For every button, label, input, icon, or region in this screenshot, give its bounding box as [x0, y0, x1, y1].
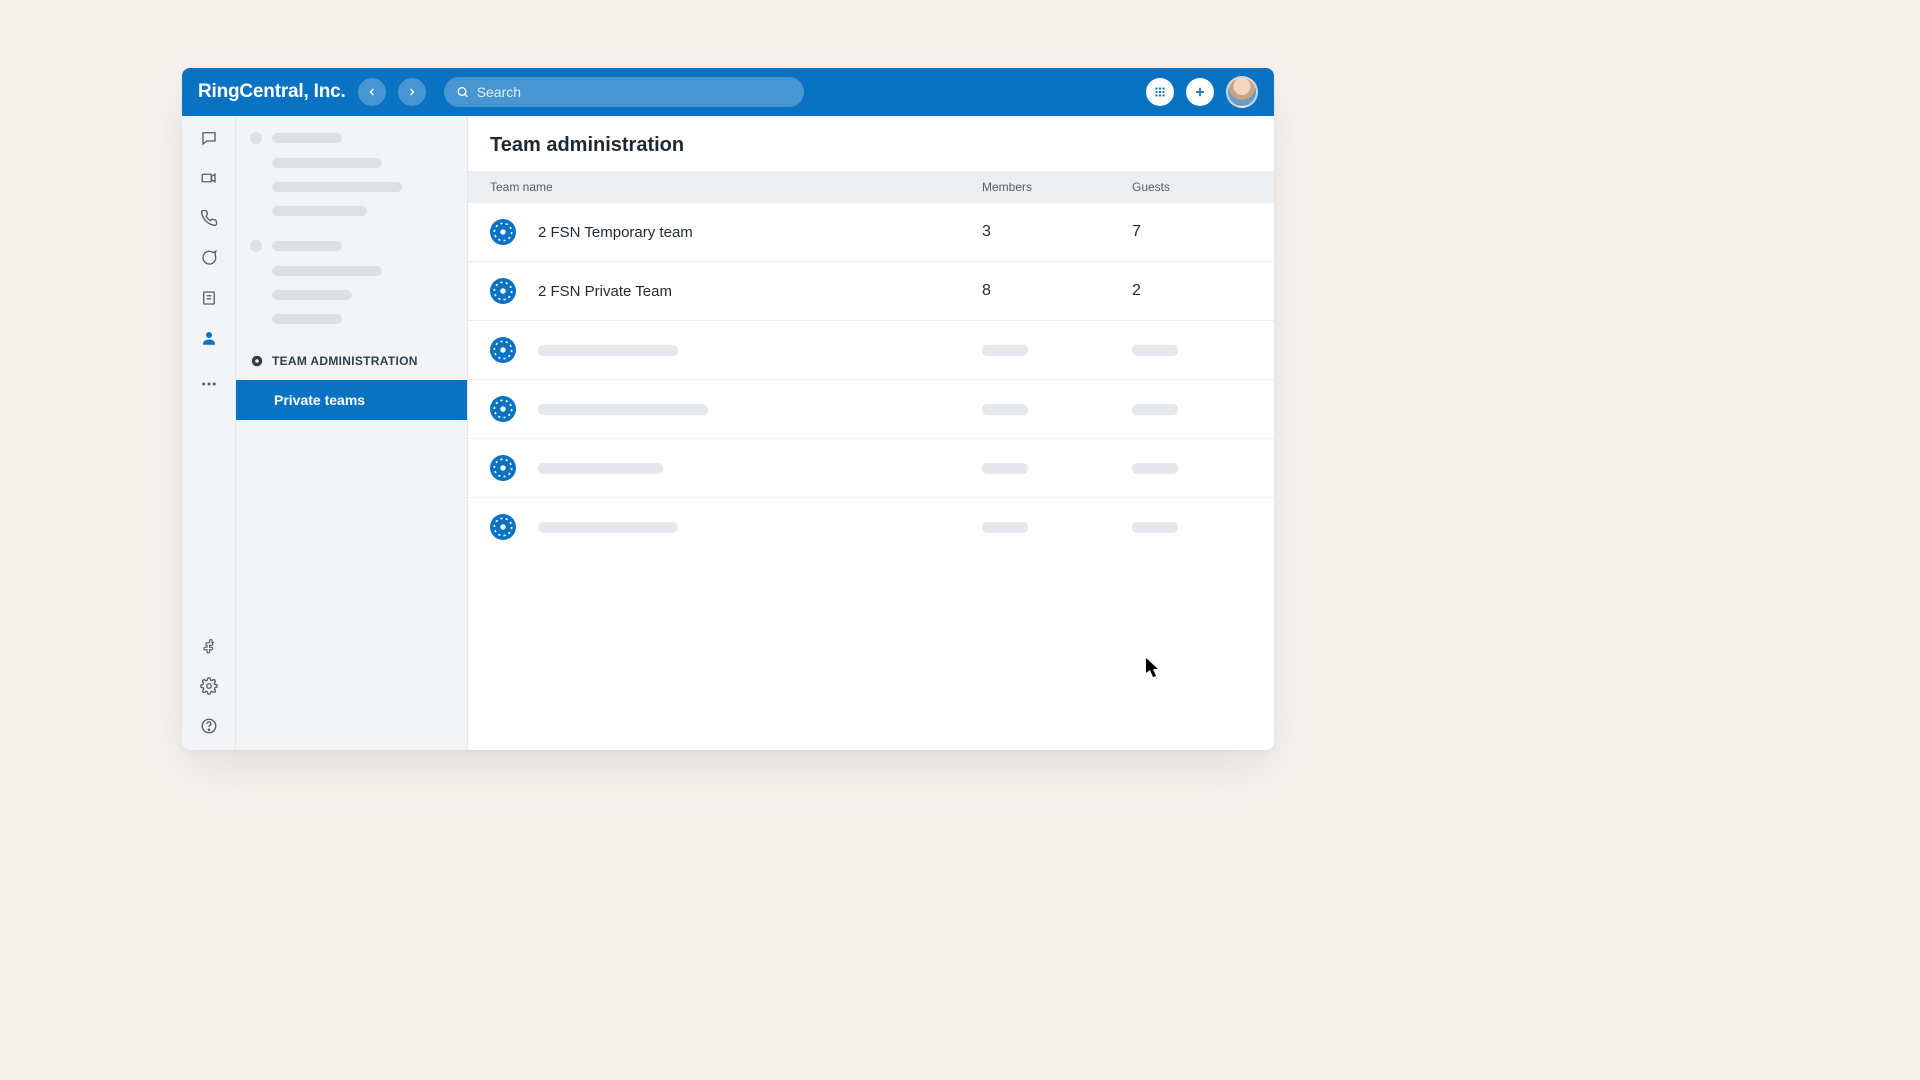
team-guests: 2 [1132, 282, 1252, 300]
nav-rail [182, 116, 236, 750]
search-icon [456, 85, 469, 99]
search-input[interactable] [477, 84, 792, 100]
table-row-placeholder [468, 498, 1274, 556]
team-icon [490, 219, 516, 245]
dialpad-button[interactable] [1146, 78, 1174, 106]
plus-icon [1193, 85, 1207, 99]
rail-help-icon[interactable] [199, 716, 219, 736]
table-row[interactable]: 2 FSN Temporary team 3 7 [468, 203, 1274, 262]
section-team-administration[interactable]: TEAM ADMINISTRATION [236, 346, 467, 376]
chevron-right-icon [406, 86, 418, 98]
sidebar-item-label: Private teams [274, 392, 365, 408]
col-guests: Guests [1132, 180, 1252, 194]
table-row[interactable]: 2 FSN Private Team 8 2 [468, 262, 1274, 321]
nav-back-button[interactable] [358, 78, 386, 106]
rail-message-icon[interactable] [199, 128, 219, 148]
rail-apps-icon[interactable] [199, 636, 219, 656]
team-icon [490, 278, 516, 304]
team-icon [490, 396, 516, 422]
user-avatar[interactable] [1226, 76, 1258, 108]
rail-phone-icon[interactable] [199, 208, 219, 228]
table-row-placeholder [468, 380, 1274, 439]
app-window: RingCentral, Inc. [182, 68, 1274, 750]
team-icon [490, 337, 516, 363]
rail-text-icon[interactable] [199, 248, 219, 268]
section-label-text: TEAM ADMINISTRATION [272, 354, 418, 368]
topbar: RingCentral, Inc. [182, 68, 1274, 116]
rail-contacts-icon[interactable] [199, 328, 219, 348]
team-name: 2 FSN Temporary team [538, 224, 982, 241]
table-row-placeholder [468, 321, 1274, 380]
page-title: Team administration [468, 116, 1274, 171]
col-team-name: Team name [490, 180, 982, 194]
body: TEAM ADMINISTRATION Private teams Team a… [182, 116, 1274, 750]
side-panel: TEAM ADMINISTRATION Private teams [236, 116, 468, 750]
side-panel-placeholder-list [236, 126, 467, 328]
table-header: Team name Members Guests [468, 171, 1274, 203]
team-icon [490, 455, 516, 481]
canvas: RingCentral, Inc. [0, 0, 1920, 1080]
rail-fax-icon[interactable] [199, 288, 219, 308]
rail-settings-icon[interactable] [199, 676, 219, 696]
main-content: Team administration Team name Members Gu… [468, 116, 1274, 750]
rail-video-icon[interactable] [199, 168, 219, 188]
chevron-left-icon [366, 86, 378, 98]
nav-forward-button[interactable] [398, 78, 426, 106]
team-icon [490, 514, 516, 540]
team-guests: 7 [1132, 223, 1252, 241]
rail-more-icon[interactable] [199, 374, 219, 394]
brand-title: RingCentral, Inc. [198, 81, 346, 103]
dialpad-icon [1153, 85, 1167, 99]
team-members: 3 [982, 223, 1132, 241]
table-row-placeholder [468, 439, 1274, 498]
team-members: 8 [982, 282, 1132, 300]
col-members: Members [982, 180, 1132, 194]
gear-small-icon [250, 354, 264, 368]
new-button[interactable] [1186, 78, 1214, 106]
search-bar[interactable] [444, 77, 804, 107]
sidebar-item-private-teams[interactable]: Private teams [236, 380, 467, 420]
team-name: 2 FSN Private Team [538, 283, 982, 300]
